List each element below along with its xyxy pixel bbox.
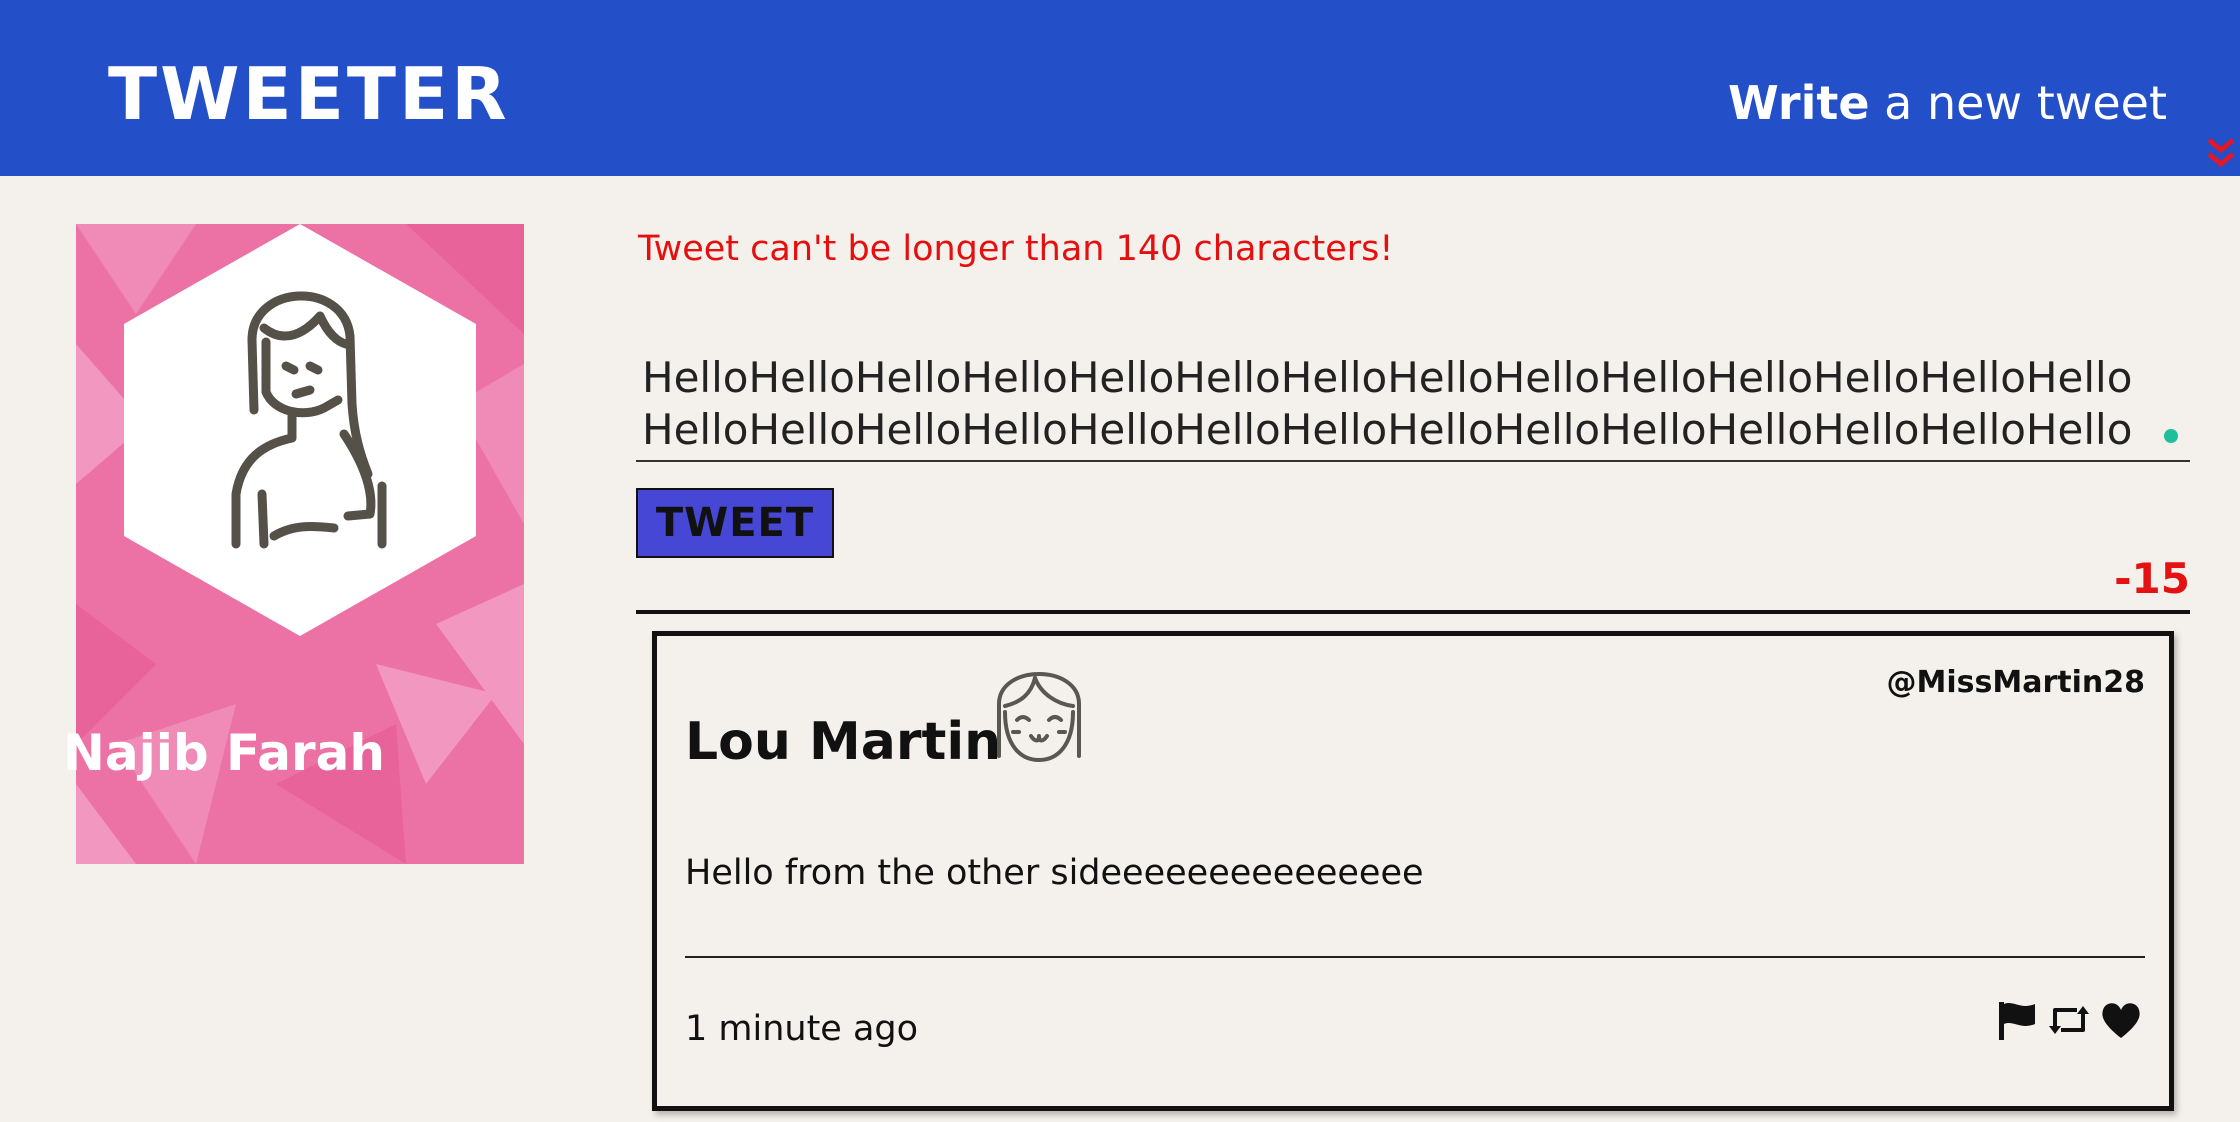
tweet-card: Lou Martin @MissMartin28 Hello from the … — [652, 631, 2174, 1111]
compose-divider — [636, 610, 2190, 614]
tweet-author-name: Lou Martin — [685, 712, 1002, 772]
profile-avatar — [124, 224, 476, 636]
profile-name: Najib Farah — [62, 724, 386, 782]
error-message: Tweet can't be longer than 140 character… — [638, 229, 1394, 269]
tweet-content: Hello from the other sideeeeeeeeeeeeeee — [685, 853, 1424, 893]
tweet-actions — [1995, 998, 2143, 1042]
brand-logo[interactable]: TWEETER — [108, 58, 510, 130]
top-nav-bar: TWEETER Write a new tweet — [0, 0, 2240, 176]
tweet-submit-button[interactable]: TWEET — [636, 488, 834, 558]
tweet-author-handle[interactable]: @MissMartin28 — [1887, 668, 2145, 698]
tweet-timestamp: 1 minute ago — [685, 1009, 919, 1049]
character-counter: -15 — [2114, 554, 2190, 603]
tweet-textarea[interactable]: HelloHelloHelloHelloHelloHelloHelloHello… — [636, 346, 2190, 462]
write-label: Write — [1727, 76, 1870, 130]
page: TWEETER Write a new tweet Najib Farah Tw… — [0, 0, 2240, 1122]
tweet-divider — [685, 956, 2145, 958]
write-new-tweet-toggle[interactable]: Write a new tweet — [1728, 80, 2167, 126]
input-focus-dot — [2164, 429, 2178, 443]
double-chevron-down-icon[interactable] — [2205, 136, 2237, 172]
flag-icon[interactable] — [1995, 998, 2039, 1042]
tweet-author-avatar — [997, 672, 1081, 762]
heart-icon[interactable] — [2099, 998, 2143, 1042]
retweet-icon[interactable] — [2047, 998, 2091, 1042]
new-tweet-label: a new tweet — [1869, 76, 2167, 130]
